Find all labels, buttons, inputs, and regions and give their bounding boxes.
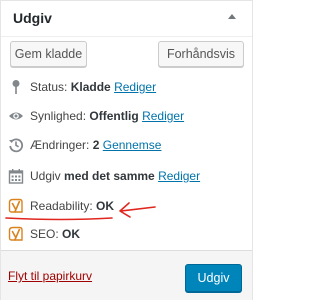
calendar-icon — [8, 168, 24, 184]
browse-changes-link[interactable]: Gennemse — [103, 138, 162, 152]
readability-value: OK — [96, 199, 115, 213]
preview-button[interactable]: Forhåndsvis — [158, 41, 244, 67]
history-icon — [8, 137, 24, 153]
status-row: Status: Kladde Rediger — [1, 77, 252, 97]
edit-publish-time-link[interactable]: Rediger — [158, 169, 200, 183]
status-value: Kladde — [70, 80, 111, 94]
publish-button[interactable]: Udgiv — [185, 264, 242, 292]
publish-time-label: Udgiv — [30, 169, 61, 183]
changes-value: 2 — [92, 138, 100, 152]
eye-icon — [8, 108, 24, 124]
edit-status-link[interactable]: Rediger — [114, 80, 156, 94]
yoast-icon — [8, 198, 24, 214]
save-draft-button[interactable]: Gem kladde — [10, 41, 87, 67]
move-to-trash-link[interactable]: Flyt til papirkurv — [8, 269, 92, 283]
publish-box-title: Udgiv — [13, 10, 52, 26]
major-publishing-actions: Flyt til papirkurv Udgiv — [1, 250, 252, 300]
visibility-label: Synlighed: — [30, 109, 87, 123]
pin-icon — [8, 79, 24, 95]
readability-row: Readability: OK — [1, 196, 252, 216]
status-label: Status: — [30, 80, 68, 94]
seo-row: SEO: OK — [1, 224, 252, 244]
readability-label: Readability: — [30, 199, 93, 213]
publish-box: Udgiv Gem kladde Forhåndsvis Status: Kla… — [0, 0, 253, 300]
publish-time-row: Udgiv med det samme Rediger — [1, 166, 252, 186]
seo-value: OK — [62, 227, 81, 241]
collapse-arrow-icon[interactable] — [228, 14, 236, 19]
seo-label: SEO: — [30, 227, 59, 241]
publish-box-header: Udgiv — [1, 1, 252, 37]
publish-time-value: med det samme — [64, 169, 155, 183]
edit-visibility-link[interactable]: Rediger — [142, 109, 184, 123]
visibility-value: Offentlig — [89, 109, 139, 123]
yoast-icon — [8, 226, 24, 242]
changes-row: Ændringer: 2 Gennemse — [1, 135, 252, 155]
changes-label: Ændringer: — [30, 138, 90, 152]
visibility-row: Synlighed: Offentlig Rediger — [1, 106, 252, 126]
